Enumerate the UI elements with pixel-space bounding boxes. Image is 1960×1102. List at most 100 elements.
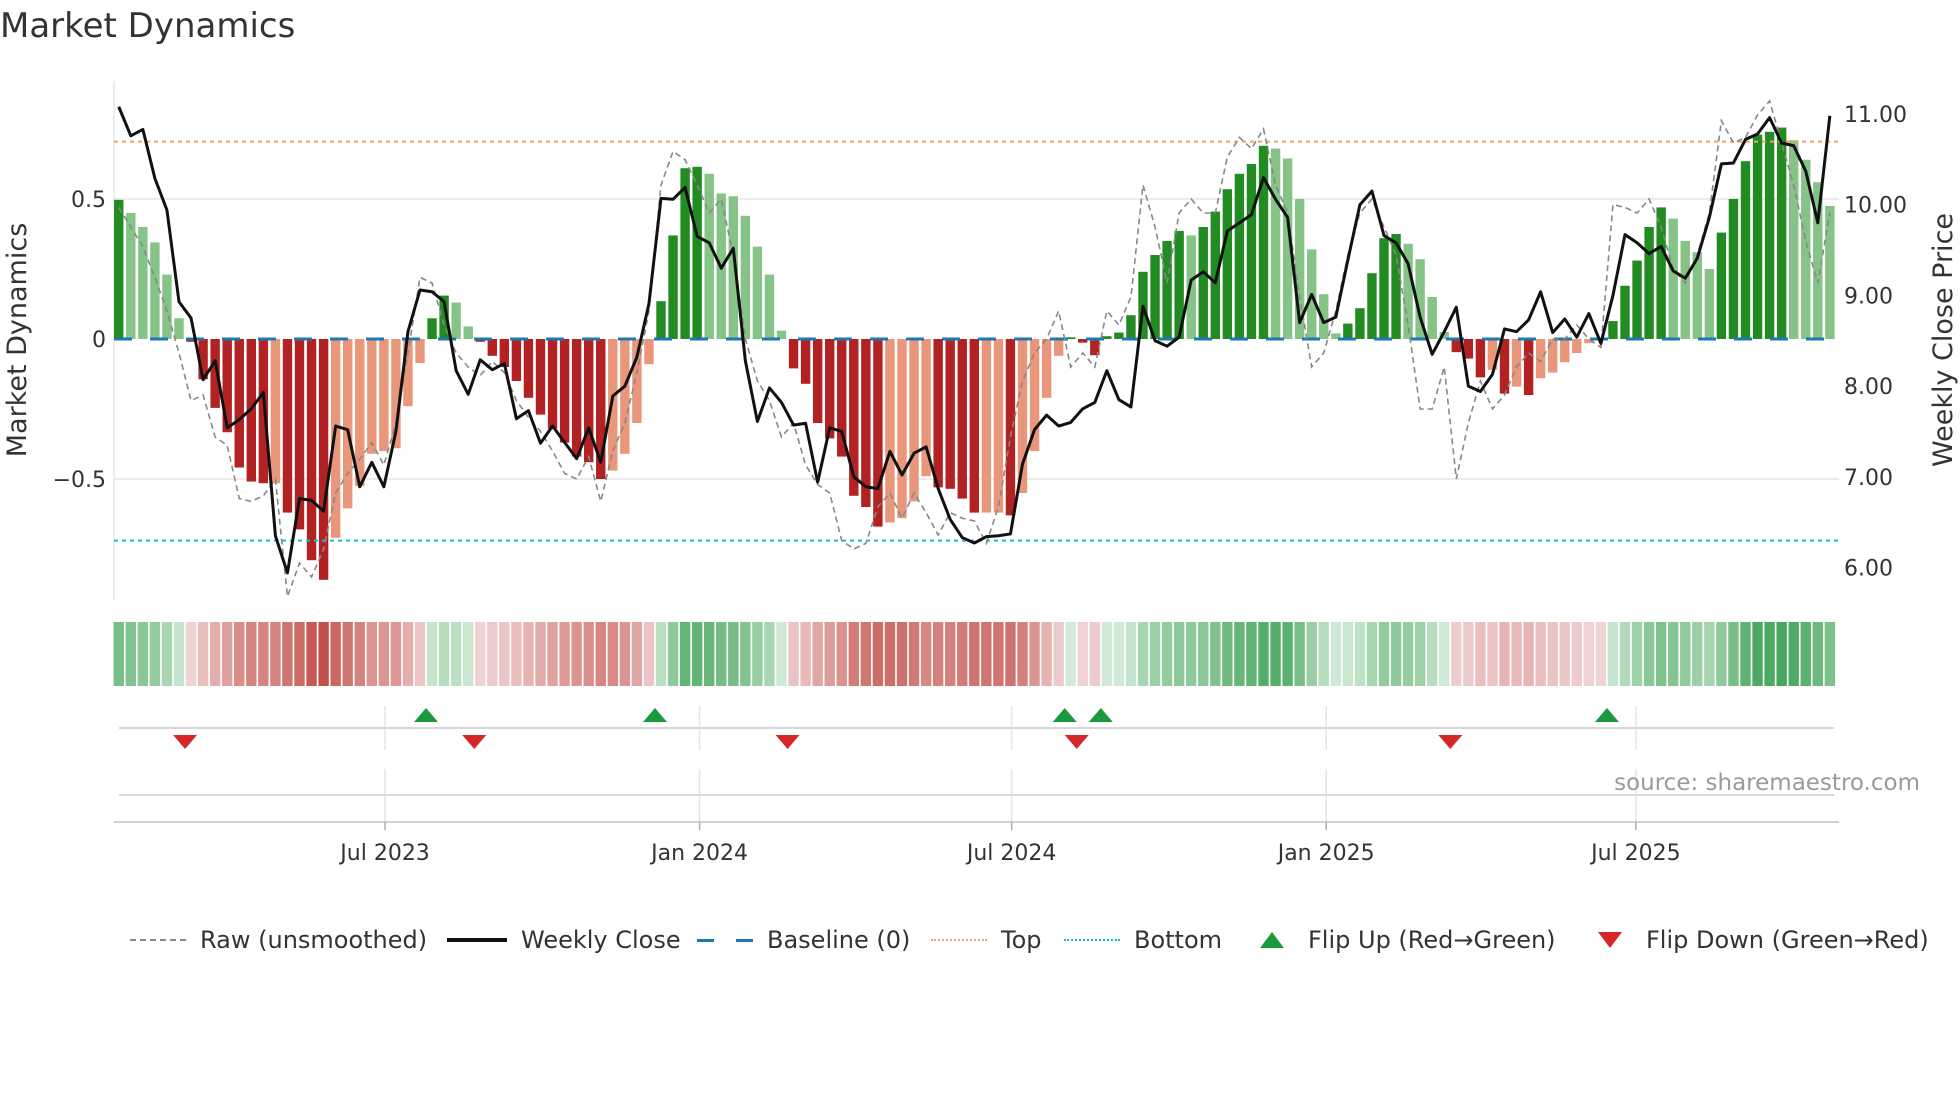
dynamics-bar: [343, 339, 353, 509]
heatmap-cell: [1029, 622, 1040, 686]
heatmap-cell: [1234, 622, 1245, 686]
dynamics-bar: [981, 339, 992, 513]
heatmap-cell: [993, 622, 1004, 686]
dynamics-bar: [1668, 218, 1678, 339]
heatmap-cell: [1728, 622, 1739, 686]
dynamics-bar: [825, 339, 835, 439]
heatmap-cell: [137, 622, 149, 686]
heatmap-cell: [438, 622, 450, 686]
dynamics-bar: [1053, 339, 1064, 356]
heatmap-cell: [1607, 622, 1619, 686]
heatmap-cell: [595, 622, 606, 686]
dynamics-bar: [1150, 255, 1160, 339]
y2-tick-label: 8.00: [1844, 375, 1893, 400]
dashed-line-icon: [130, 939, 186, 941]
heatmap-cell: [1631, 622, 1643, 686]
heatmap-cell: [1005, 622, 1016, 686]
dynamics-bar: [1258, 145, 1269, 339]
heatmap-cell: [1559, 622, 1570, 686]
heatmap-cell: [1258, 622, 1269, 686]
heatmap-cell: [173, 622, 185, 686]
dynamics-bar: [1162, 241, 1172, 339]
dynamics-bar: [1234, 173, 1245, 339]
heatmap-cell: [728, 622, 739, 686]
heatmap-cell: [860, 622, 872, 686]
heatmap-cell: [969, 622, 980, 686]
flip-up-marker: [1594, 708, 1619, 722]
heatmap-cell: [1439, 622, 1450, 686]
y-tick-label: −0.5: [53, 468, 106, 493]
heatmap-cell: [1294, 622, 1305, 686]
dynamics-bar: [1680, 241, 1690, 339]
y2-axis-label: Weekly Close Price: [1928, 213, 1959, 467]
heatmap-cell: [1571, 622, 1582, 686]
heatmap-cell: [1776, 622, 1787, 686]
dynamics-bar: [1029, 339, 1040, 451]
heatmap-cell: [667, 622, 679, 686]
dynamics-bar: [1343, 323, 1353, 339]
heatmap-cell: [1306, 622, 1317, 686]
legend-label: Flip Down (Green→Red): [1646, 926, 1929, 954]
heatmap-cell: [1378, 622, 1390, 686]
flip-up-marker: [1088, 708, 1113, 722]
heatmap-cell: [1704, 622, 1715, 686]
heatmap-cell: [679, 622, 691, 686]
y2-tick-label: 10.00: [1844, 194, 1907, 219]
y-axis-label: Market Dynamics: [2, 223, 33, 458]
solid-line-icon: [447, 938, 507, 942]
heatmap-cell: [1149, 622, 1161, 686]
x-tick-label: Jan 2025: [1276, 841, 1375, 866]
heatmap-cell: [1643, 622, 1655, 686]
heatmap-cell: [1186, 622, 1197, 686]
dynamics-bar: [1740, 161, 1751, 339]
x-tick-label: Jan 2024: [649, 841, 748, 866]
legend-label: Baseline (0): [767, 926, 911, 954]
legend-label: Weekly Close: [521, 926, 681, 954]
y-tick-label: 0.5: [71, 188, 106, 213]
heatmap-cell: [366, 622, 377, 686]
heatmap-cell: [246, 622, 257, 686]
heatmap-cell: [318, 622, 329, 686]
heatmap-cell: [1113, 622, 1125, 686]
dynamics-bar: [547, 339, 558, 429]
heatmap-cell: [812, 622, 823, 686]
heatmap-cell: [571, 622, 582, 686]
dashed-line-icon: [697, 938, 753, 942]
heatmap-cell: [643, 622, 655, 686]
dynamics-bar: [692, 166, 702, 339]
dynamics-bar: [1475, 339, 1486, 378]
dynamics-bar: [788, 339, 799, 369]
heatmap-cell: [1366, 622, 1378, 686]
heatmap-cell: [209, 622, 221, 686]
heatmap-cell: [1668, 622, 1679, 686]
y-tick-label: 0: [92, 328, 106, 353]
heatmap-cell: [836, 622, 847, 686]
dynamics-bar: [1716, 232, 1727, 339]
dynamics-bar: [584, 339, 594, 463]
heatmap-cell: [1475, 622, 1486, 686]
heatmap-cell: [1125, 622, 1137, 686]
triangle-down-icon: [1598, 932, 1622, 948]
heatmap-cell: [716, 622, 727, 686]
dynamics-bar: [885, 339, 895, 523]
dynamics-bar: [644, 339, 654, 365]
dynamics-bar: [873, 339, 883, 527]
dotted-line-icon: [1064, 939, 1120, 941]
flip-markers: [119, 708, 1834, 796]
dynamics-bar: [367, 339, 377, 454]
heatmap-cell: [920, 622, 932, 686]
heatmap-cell: [1137, 622, 1149, 686]
dynamics-bar: [487, 339, 497, 356]
heatmap-cell: [306, 622, 317, 686]
heatmap-cell: [1318, 622, 1329, 686]
dynamics-bar: [656, 301, 666, 339]
dynamics-bar: [1608, 321, 1618, 339]
heatmap-cell: [848, 622, 859, 686]
heatmap-cell: [1222, 622, 1233, 686]
heatmap-cell: [872, 622, 884, 686]
dynamics-bar: [1198, 227, 1208, 339]
legend-item-baseline: Baseline (0): [697, 922, 910, 958]
dynamics-bar: [571, 339, 582, 457]
dynamics-bar: [535, 339, 546, 415]
heatmap-cell: [908, 622, 920, 686]
